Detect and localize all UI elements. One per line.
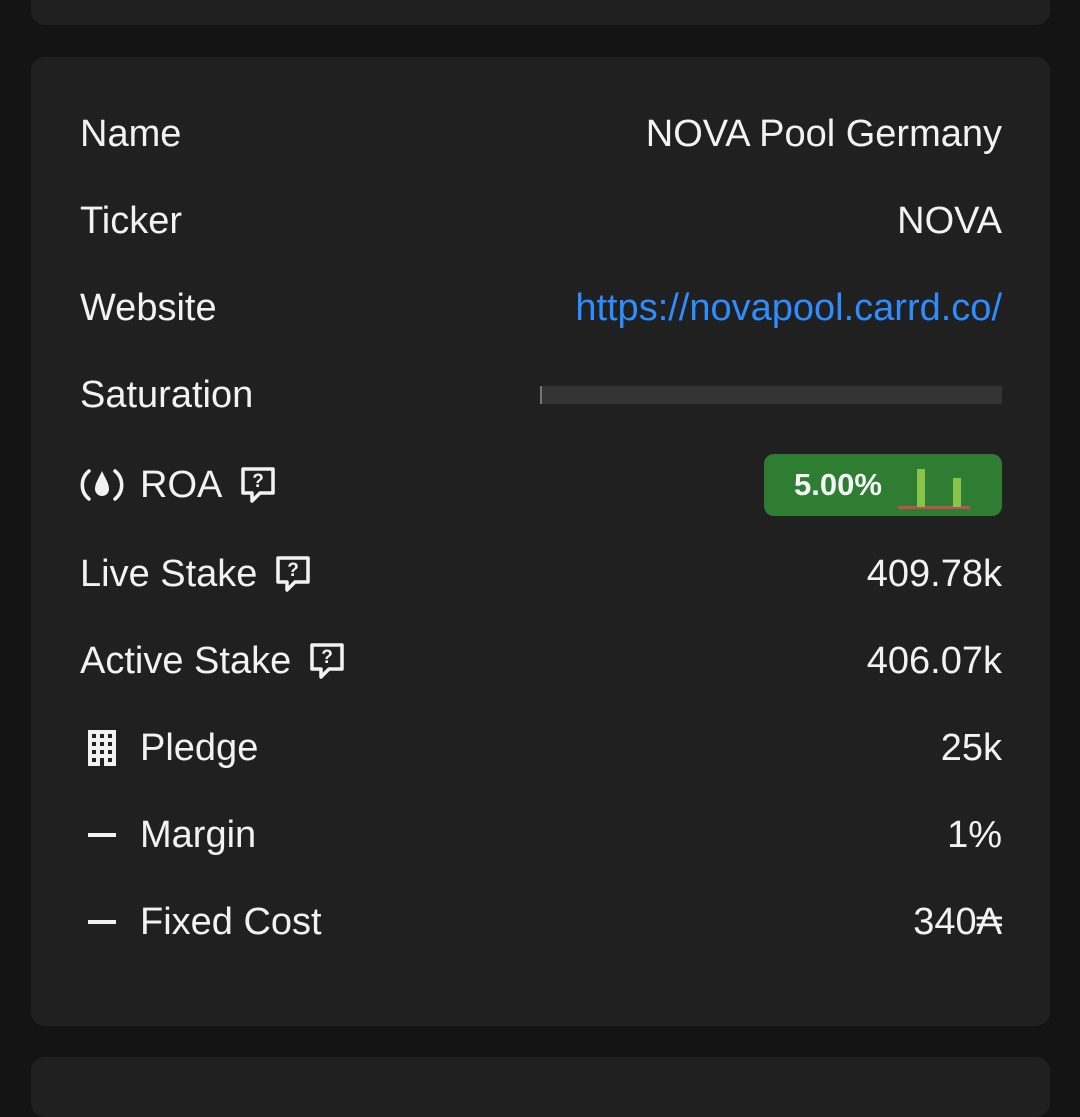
fixed-cost-label-group: Fixed Cost [80,900,322,944]
website-link[interactable]: https://novapool.carrd.co/ [575,287,1002,330]
margin-value: 1% [947,813,1002,856]
ticker-label: Ticker [80,199,183,242]
row-margin: Margin 1% [80,805,1002,865]
active-stake-value: 406.07k [866,639,1002,682]
name-value: NOVA Pool Germany [645,112,1002,155]
roa-drop-icon [80,463,124,507]
row-active-stake: Active Stake ? 406.07k [80,631,1002,691]
active-stake-label-group: Active Stake ? [80,640,347,683]
row-ticker: Ticker NOVA [80,191,1002,251]
website-label: Website [80,286,217,329]
active-stake-help-icon[interactable]: ? [307,641,347,681]
svg-text:?: ? [253,471,265,492]
margin-label-group: Margin [80,813,256,857]
fixed-cost-dash-icon [80,900,124,944]
row-roa: ROA ? 5.00% [80,454,1002,516]
margin-label: Margin [140,813,257,856]
saturation-fill [540,386,543,404]
fixed-cost-value: 340₳ [913,900,1002,943]
roa-help-icon[interactable]: ? [238,465,278,505]
margin-dash-icon [80,813,124,857]
live-stake-help-icon[interactable]: ? [273,554,313,594]
row-live-stake: Live Stake ? 409.78k [80,544,1002,604]
next-card [31,1057,1050,1117]
active-stake-label: Active Stake [80,639,292,682]
row-name: Name NOVA Pool Germany [80,104,1002,164]
pledge-label: Pledge [140,726,259,769]
row-website: Website https://novapool.carrd.co/ [80,278,1002,338]
roa-badge[interactable]: 5.00% [764,454,1002,516]
live-stake-value: 409.78k [866,552,1002,595]
roa-sparkline [897,469,970,509]
live-stake-label: Live Stake [80,552,258,595]
roa-label-group: ROA ? [80,463,278,507]
svg-text:?: ? [321,647,333,668]
fixed-cost-label: Fixed Cost [140,900,322,943]
pledge-value: 25k [940,726,1002,769]
pool-details-card: Name NOVA Pool Germany Ticker NOVA Websi… [31,57,1050,1026]
pledge-label-group: Pledge [80,726,258,770]
name-label: Name [80,112,182,155]
saturation-label: Saturation [80,373,254,416]
previous-card [31,0,1050,25]
saturation-bar [540,386,1002,404]
svg-text:?: ? [288,560,300,581]
live-stake-label-group: Live Stake ? [80,553,313,596]
ticker-value: NOVA [897,199,1002,242]
building-icon [80,726,124,770]
roa-value: 5.00% [794,467,882,502]
row-fixed-cost: Fixed Cost 340₳ [80,892,1002,952]
row-pledge: Pledge 25k [80,718,1002,778]
roa-label: ROA [140,463,223,506]
row-saturation: Saturation [80,365,1002,425]
